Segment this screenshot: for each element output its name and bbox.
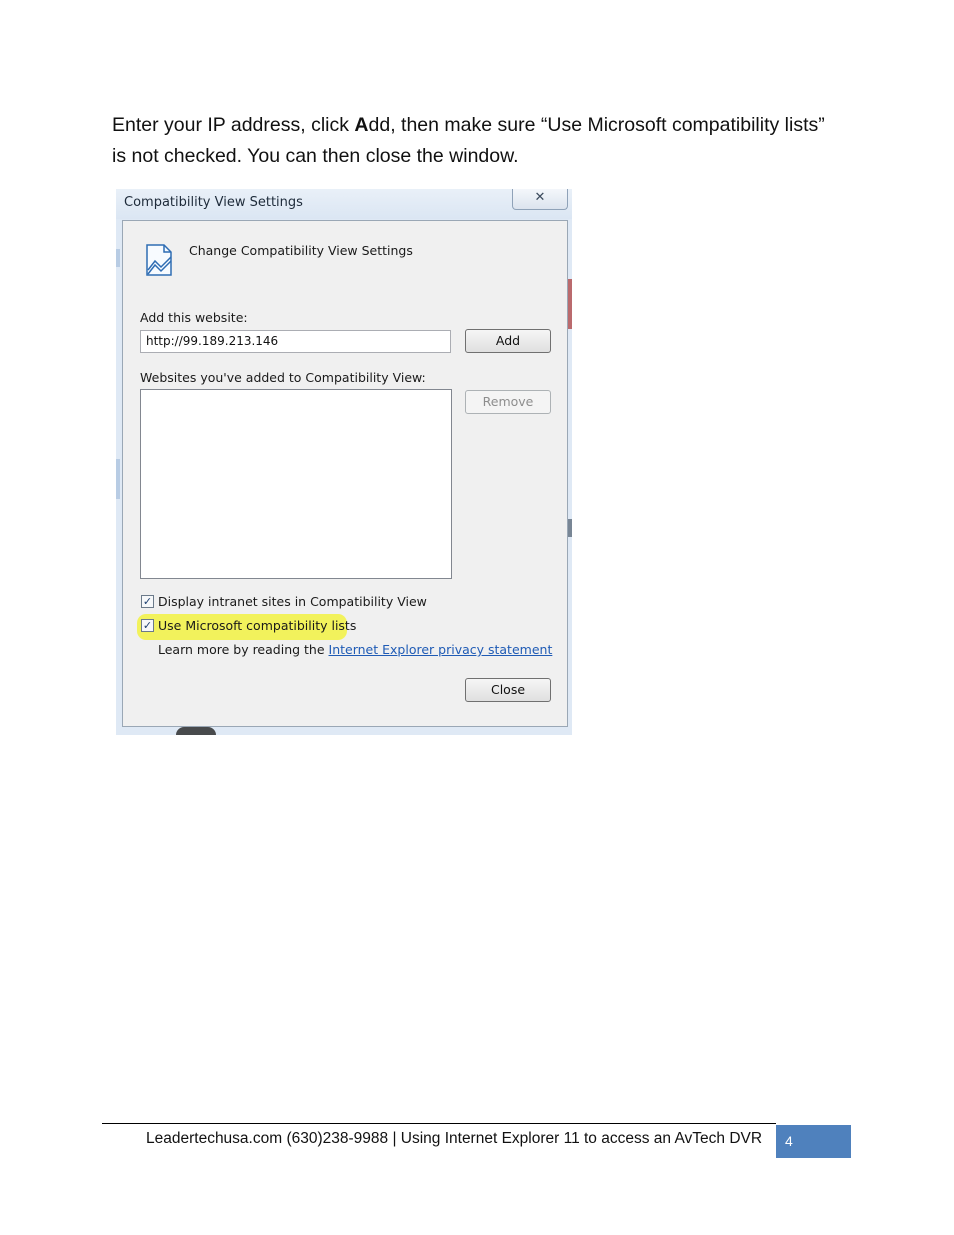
background-artifact [568, 279, 572, 329]
dialog-heading: Change Compatibility View Settings [189, 243, 413, 258]
instruction-paragraph: Enter your IP address, click Add, then m… [112, 110, 832, 172]
learn-more-text: Learn more by reading the Internet Explo… [158, 642, 552, 657]
remove-button[interactable]: Remove [465, 390, 551, 414]
intranet-checkbox-label: Display intranet sites in Compatibility … [158, 594, 427, 609]
footer-text: Leadertechusa.com (630)238-9988 | Using … [146, 1130, 763, 1147]
add-button[interactable]: Add [465, 329, 551, 353]
website-url-input[interactable]: http://99.189.213.146 [140, 330, 451, 353]
close-icon: ✕ [534, 190, 546, 205]
intranet-checkbox[interactable]: ✓ [141, 595, 154, 608]
websites-listbox[interactable] [140, 389, 452, 579]
dialog-title: Compatibility View Settings [124, 195, 303, 210]
close-button[interactable]: Close [465, 678, 551, 702]
background-artifact [176, 727, 216, 735]
compatibility-view-icon [146, 244, 172, 276]
close-window-button[interactable]: ✕ [512, 189, 568, 210]
dialog-body: Change Compatibility View Settings Add t… [122, 220, 568, 727]
page-number-box: 4 [776, 1125, 851, 1158]
microsoft-lists-checkbox[interactable]: ✓ [141, 619, 154, 632]
compatibility-dialog-screenshot: Compatibility View Settings ✕ Change Com… [116, 189, 572, 735]
learn-more-prefix: Learn more by reading the [158, 642, 329, 657]
dialog-titlebar: Compatibility View Settings ✕ [116, 189, 572, 219]
instruction-bold-letter: A [354, 114, 369, 136]
add-website-label: Add this website: [140, 310, 248, 325]
websites-list-label: Websites you've added to Compatibility V… [140, 370, 426, 385]
footer-divider [102, 1123, 776, 1124]
background-artifact [116, 459, 120, 499]
microsoft-lists-checkbox-label: Use Microsoft compatibility lists [158, 618, 357, 633]
background-artifact [116, 249, 120, 267]
privacy-statement-link[interactable]: Internet Explorer privacy statement [329, 642, 553, 657]
page-number: 4 [785, 1133, 793, 1149]
instruction-text-start: Enter your IP address, click [112, 114, 355, 136]
background-artifact [568, 519, 572, 537]
